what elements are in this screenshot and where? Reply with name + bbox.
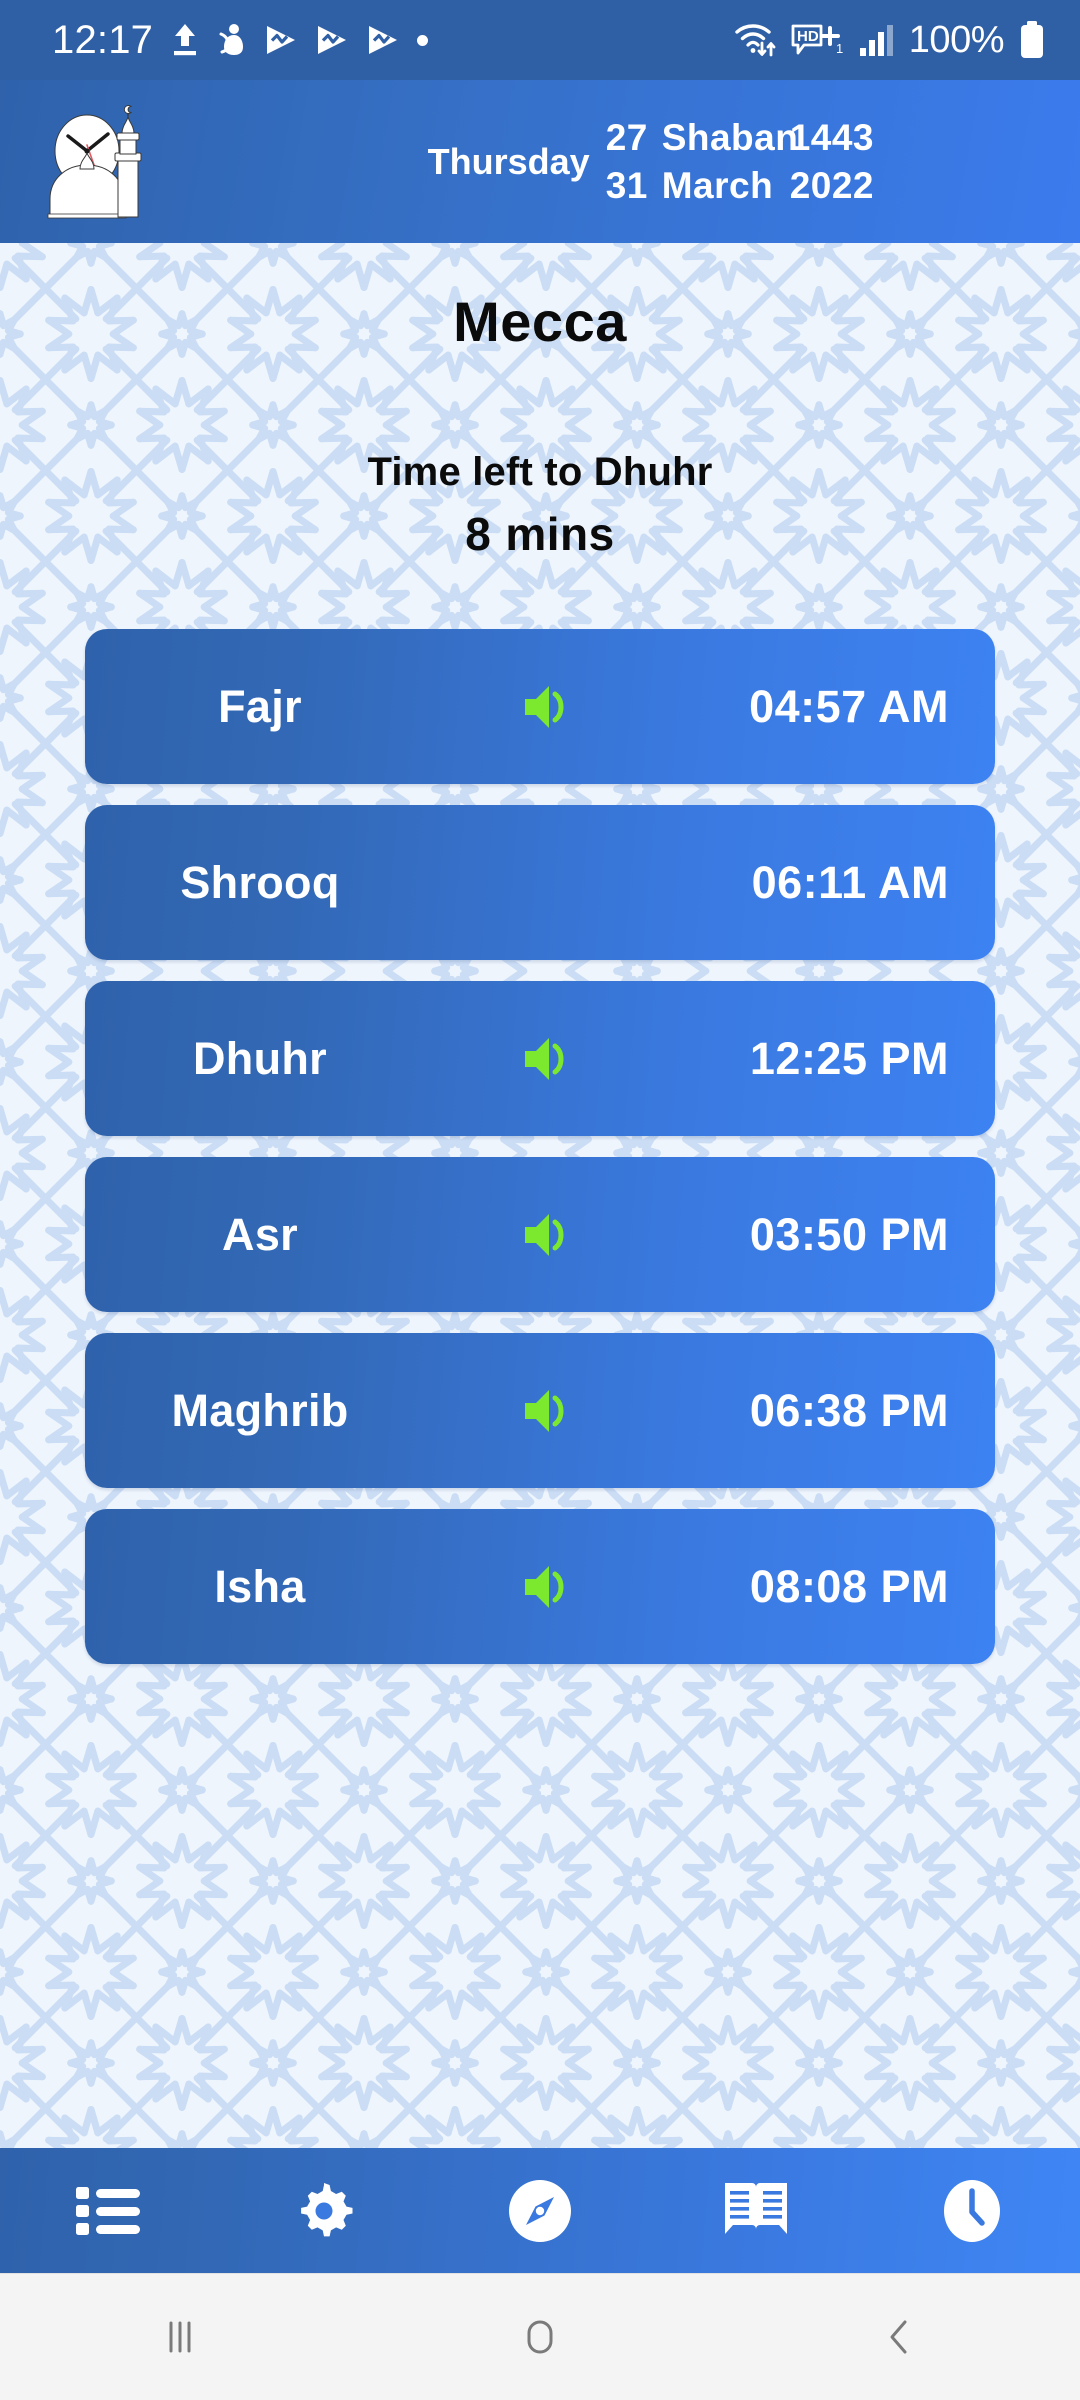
prayer-time: 06:38 PM — [749, 1384, 949, 1436]
system-home-button[interactable] — [360, 2314, 720, 2360]
prayer-name: Dhuhr — [193, 1032, 327, 1084]
weekday-label: Thursday — [427, 140, 590, 182]
phone-screen: 12:17 HD 1 100% Thursday 27 Shaban1443 3… — [0, 0, 1080, 2400]
prayer-alarm-toggle[interactable] — [510, 681, 590, 733]
header-date-block: Thursday 27 Shaban1443 31 March 2022 — [428, 117, 1044, 207]
hijri-month: Shaban — [661, 116, 799, 158]
battery-percent-label: 100% — [908, 18, 1005, 61]
prayer-name: Fajr — [218, 680, 302, 732]
play-triangle-icon — [318, 26, 347, 54]
svg-text:HD: HD — [797, 28, 819, 45]
prayer-row[interactable]: Dhuhr 12:25 PM — [85, 981, 995, 1136]
nav-item-times[interactable] — [864, 2148, 1080, 2273]
city-title: Mecca — [453, 290, 627, 353]
prayer-name: Asr — [222, 1208, 298, 1260]
prayer-row[interactable]: Asr 03:50 PM — [85, 1157, 995, 1312]
svg-text:1: 1 — [836, 41, 843, 56]
prayer-alarm-toggle[interactable] — [510, 1385, 590, 1437]
prayer-name: Shrooq — [180, 856, 340, 908]
countdown-value: 8 mins — [0, 507, 1080, 561]
home-icon — [527, 2320, 553, 2354]
gregorian-day: 31 — [605, 164, 648, 206]
prayer-time: 03:50 PM — [749, 1208, 949, 1260]
person-alert-icon — [219, 24, 244, 55]
prayer-alarm-toggle[interactable] — [510, 1561, 590, 1613]
main-content: Mecca Time left to Dhuhr 8 mins Fajr 04:57… — [0, 243, 1080, 2148]
countdown-unit: mins — [505, 508, 615, 560]
list-icon — [76, 2186, 140, 2235]
gregorian-year: 2022 — [789, 164, 874, 206]
mosque-clock-logo — [47, 104, 142, 218]
status-bar-right: HD 1 100% — [733, 19, 1046, 62]
gregorian-date: 31 March 2022 — [606, 165, 874, 207]
clock-icon — [944, 2179, 1000, 2242]
play-triangle-icon — [369, 26, 398, 54]
prayer-row[interactable]: Shrooq 06:11 AM — [85, 805, 995, 960]
android-system-navigation-bar — [0, 2273, 1080, 2400]
speaker-on-icon — [525, 1565, 564, 1608]
prayer-row[interactable]: Maghrib 06:38 PM — [85, 1333, 995, 1488]
prayer-row[interactable]: Isha 08:08 PM — [85, 1509, 995, 1664]
prayer-times-list: Fajr 04:57 AM Shrooq 06:11 AM Dhuhr 12:25 PM A… — [0, 629, 1080, 1664]
prayer-time: 04:57 AM — [749, 680, 949, 732]
recents-icon — [169, 2321, 191, 2353]
upload-icon — [174, 24, 197, 56]
status-bar-left: 12:17 — [52, 17, 429, 63]
prayer-name: Maghrib — [171, 1384, 349, 1436]
book-icon — [725, 2182, 787, 2234]
battery-full-icon — [1021, 21, 1043, 58]
speaker-on-icon — [525, 685, 564, 728]
countdown-number: 8 — [465, 508, 492, 560]
system-recents-button[interactable] — [0, 2314, 360, 2360]
prayer-row[interactable]: Fajr 04:57 AM — [85, 629, 995, 784]
countdown-block: Time left to Dhuhr 8 mins — [0, 450, 1080, 561]
bottom-navigation-bar — [0, 2148, 1080, 2273]
hijri-year: 1443 — [789, 116, 874, 158]
back-icon — [890, 2320, 907, 2354]
dot-icon — [417, 34, 429, 46]
speaker-on-icon — [525, 1213, 564, 1256]
system-back-button[interactable] — [720, 2314, 1080, 2360]
play-triangle-icon — [267, 26, 296, 54]
wifi-transfer-icon — [735, 24, 776, 57]
countdown-label: Time left to Dhuhr — [367, 450, 713, 494]
app-header: Thursday 27 Shaban1443 31 March 2022 — [0, 80, 1080, 243]
status-bar-clock: 12:17 — [52, 17, 154, 62]
nav-item-settings[interactable] — [216, 2148, 432, 2273]
nav-item-quran[interactable] — [648, 2148, 864, 2273]
date-lines: 27 Shaban1443 31 March 2022 — [606, 117, 874, 207]
nav-item-qibla[interactable] — [432, 2148, 648, 2273]
speaker-on-icon — [525, 1037, 564, 1080]
gregorian-month: March — [661, 164, 774, 206]
gear-icon — [301, 2182, 353, 2236]
prayer-name: Isha — [214, 1560, 306, 1612]
hijri-day: 27 — [605, 116, 648, 158]
compass-icon — [509, 2179, 571, 2242]
prayer-alarm-toggle[interactable] — [510, 1033, 590, 1085]
hijri-date: 27 Shaban1443 — [606, 117, 874, 159]
signal-bars-icon — [859, 25, 893, 56]
prayer-time: 12:25 PM — [749, 1032, 949, 1084]
status-bar: 12:17 HD 1 100% — [0, 0, 1080, 80]
prayer-alarm-toggle[interactable] — [510, 1209, 590, 1261]
prayer-time: 08:08 PM — [749, 1560, 949, 1612]
prayer-time: 06:11 AM — [751, 856, 949, 908]
hd-plus-icon: HD 1 — [791, 24, 843, 56]
nav-item-list[interactable] — [0, 2148, 216, 2273]
speaker-on-icon — [525, 1389, 564, 1432]
